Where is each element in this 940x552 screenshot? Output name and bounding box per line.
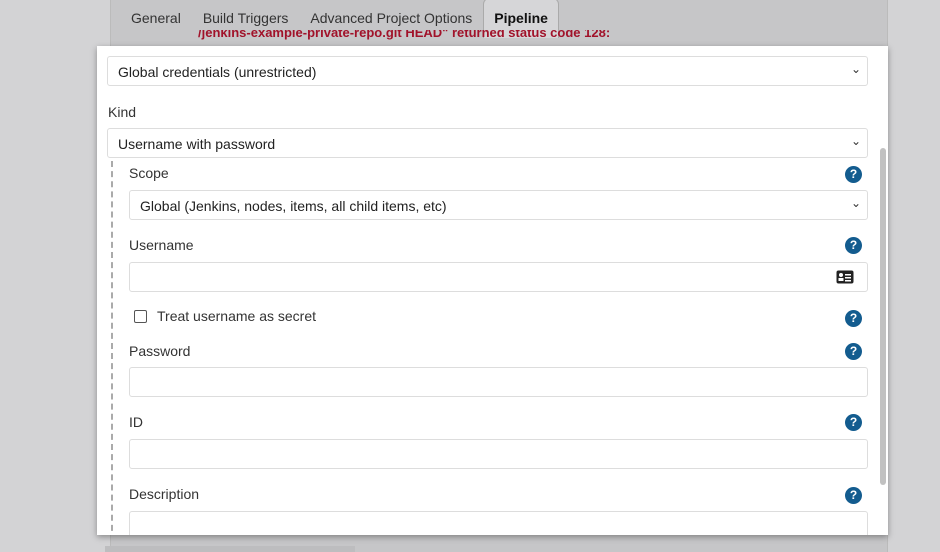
- id-card-icon: [836, 270, 854, 284]
- chevron-down-icon: ⌄: [850, 62, 861, 76]
- id-label: ID: [129, 414, 143, 430]
- background-error-text: /jenkins-example-private-repo.git HEAD" …: [198, 30, 611, 40]
- treat-username-secret-checkbox[interactable]: [134, 310, 147, 323]
- help-icon[interactable]: ?: [845, 487, 862, 504]
- description-input[interactable]: [129, 511, 868, 535]
- domain-select[interactable]: Global credentials (unrestricted) ⌄: [107, 56, 868, 86]
- nested-section-divider: [111, 161, 113, 535]
- help-icon[interactable]: ?: [845, 343, 862, 360]
- username-label: Username: [129, 237, 194, 253]
- help-icon[interactable]: ?: [845, 237, 862, 254]
- dialog-scrollbar[interactable]: [880, 148, 886, 485]
- help-icon[interactable]: ?: [845, 310, 862, 327]
- kind-select-value: Username with password: [118, 136, 276, 152]
- help-icon[interactable]: ?: [845, 166, 862, 183]
- kind-label: Kind: [108, 104, 137, 120]
- chevron-down-icon: ⌄: [850, 196, 861, 210]
- domain-select-value: Global credentials (unrestricted): [118, 64, 317, 80]
- treat-username-secret-label: Treat username as secret: [157, 308, 316, 324]
- password-input[interactable]: [129, 367, 868, 397]
- description-label: Description: [129, 486, 200, 502]
- scope-select-value: Global (Jenkins, nodes, items, all child…: [140, 198, 447, 214]
- background-bar: [105, 546, 355, 552]
- password-label: Password: [129, 343, 191, 359]
- add-credentials-dialog: Global credentials (unrestricted) ⌄ Kind…: [97, 46, 888, 535]
- help-icon[interactable]: ?: [845, 414, 862, 431]
- scope-label: Scope: [129, 165, 169, 181]
- chevron-down-icon: ⌄: [850, 134, 861, 148]
- tab-general[interactable]: General: [120, 10, 192, 38]
- kind-select[interactable]: Username with password ⌄: [107, 128, 868, 158]
- username-input[interactable]: [129, 262, 868, 292]
- id-input[interactable]: [129, 439, 868, 469]
- scope-select[interactable]: Global (Jenkins, nodes, items, all child…: [129, 190, 868, 220]
